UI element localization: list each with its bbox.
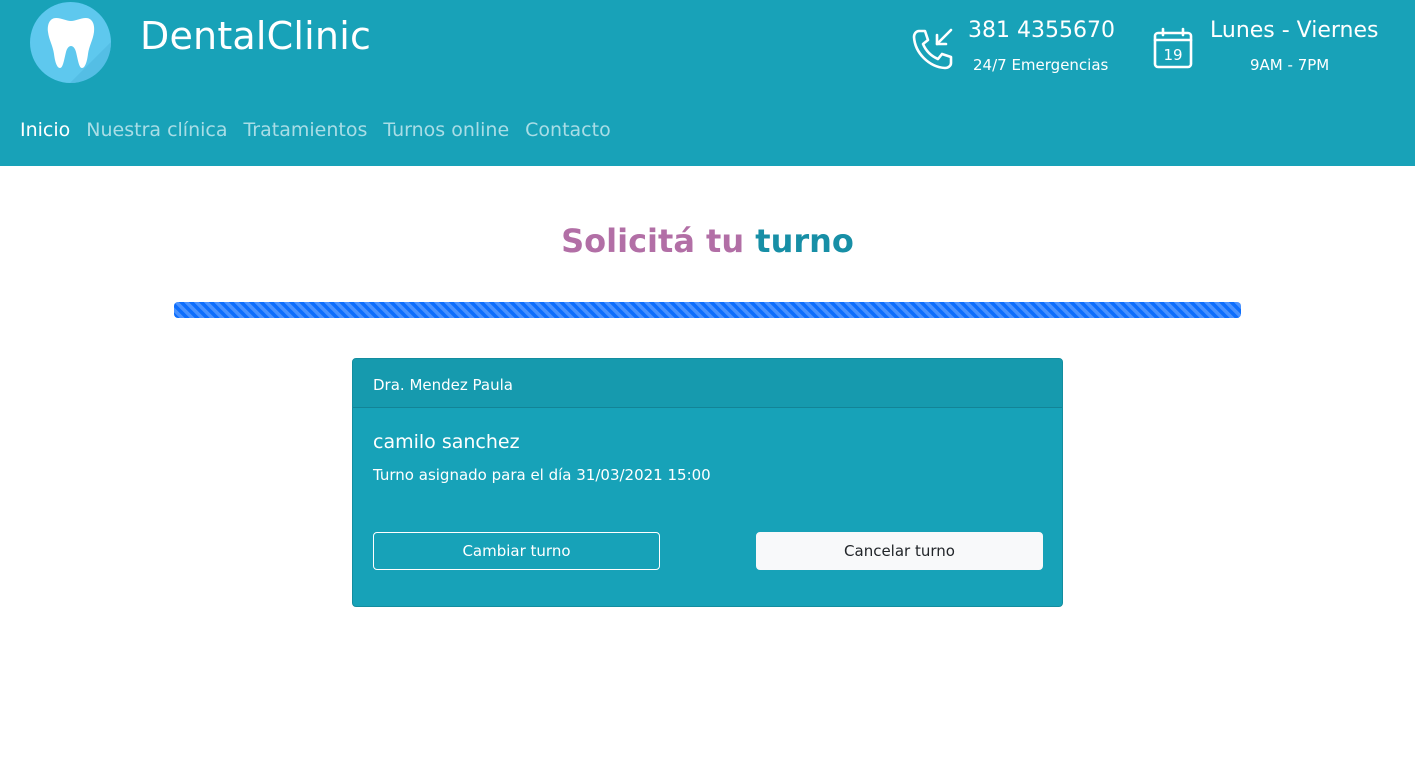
appointment-card: Dra. Mendez Paula camilo sanchez Turno a… <box>352 358 1063 607</box>
phone-incoming-icon <box>912 28 953 70</box>
page-title-light: Solicitá tu <box>561 222 745 260</box>
nav-item-turnos-online[interactable]: Turnos online <box>383 119 509 141</box>
patient-name: camilo sanchez <box>373 431 520 453</box>
phone-subtitle: 24/7 Emergencias <box>973 56 1109 74</box>
page-title-bold: turno <box>755 222 854 260</box>
site-header: DentalClinic 381 4355670 24/7 Emergencia… <box>0 0 1415 166</box>
appointment-details: Turno asignado para el día 31/03/2021 15… <box>373 466 711 484</box>
tooth-icon[interactable] <box>30 2 111 83</box>
cancel-appointment-button[interactable]: Cancelar turno <box>756 532 1043 570</box>
nav-item-nuestra-clinica[interactable]: Nuestra clínica <box>86 119 227 141</box>
calendar-icon: 19 <box>1153 27 1193 69</box>
nav-item-tratamientos[interactable]: Tratamientos <box>243 119 367 141</box>
schedule-days: Lunes - Viernes <box>1210 18 1379 43</box>
brand-name[interactable]: DentalClinic <box>140 14 371 58</box>
main-nav: Inicio Nuestra clínica Tratamientos Turn… <box>20 119 611 141</box>
page-title: Solicitá tu turno <box>0 222 1415 260</box>
change-appointment-button[interactable]: Cambiar turno <box>373 532 660 570</box>
nav-item-inicio[interactable]: Inicio <box>20 119 70 141</box>
phone-number[interactable]: 381 4355670 <box>968 18 1115 43</box>
schedule-hours: 9AM - 7PM <box>1250 56 1330 74</box>
nav-item-contacto[interactable]: Contacto <box>525 119 611 141</box>
calendar-day: 19 <box>1163 46 1182 64</box>
progress-bar <box>174 302 1241 318</box>
doctor-name: Dra. Mendez Paula <box>353 359 1062 408</box>
